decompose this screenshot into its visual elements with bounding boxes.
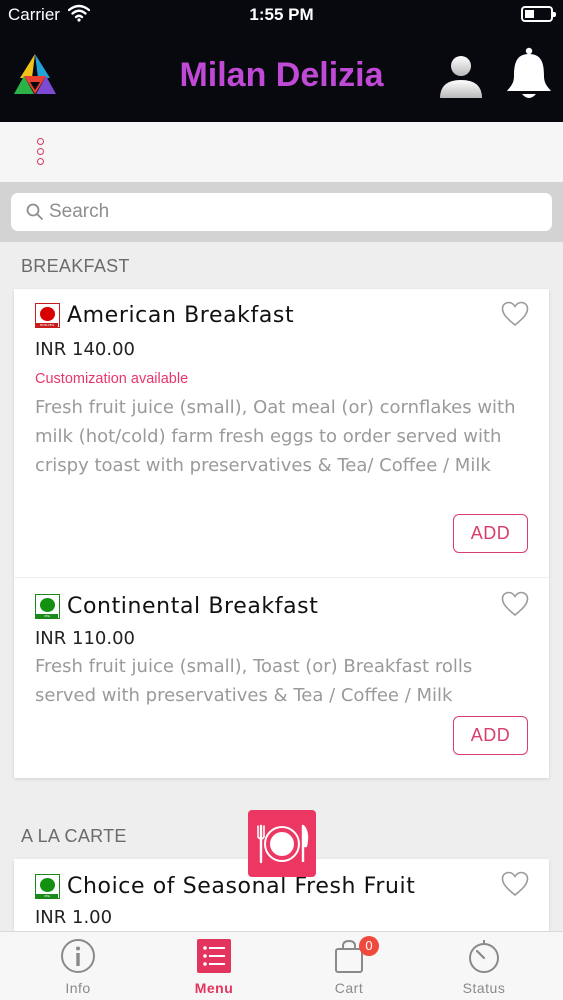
- menu-item: NON-VEG American Breakfast INR 140.00 Cu…: [14, 289, 549, 577]
- item-name: Choice of Seasonal Fresh Fruit: [67, 874, 416, 899]
- item-name: Continental Breakfast: [67, 594, 319, 619]
- tab-label: Status: [462, 980, 506, 996]
- tab-bar: Info Menu 0 Cart Status: [0, 931, 563, 1000]
- battery-icon: [521, 6, 556, 22]
- menu-card-breakfast: NON-VEG American Breakfast INR 140.00 Cu…: [14, 289, 549, 778]
- non-veg-icon: NON-VEG: [35, 303, 60, 328]
- floating-menu-button[interactable]: [248, 810, 316, 877]
- tab-info[interactable]: Info: [8, 932, 148, 1000]
- item-name: American Breakfast: [67, 303, 295, 328]
- notification-bell-icon[interactable]: [504, 46, 554, 102]
- veg-icon: VEG: [35, 594, 60, 619]
- profile-icon[interactable]: [437, 52, 485, 100]
- tab-cart[interactable]: 0 Cart: [279, 932, 419, 1000]
- clock: 1:55 PM: [249, 5, 314, 24]
- tab-label: Info: [65, 980, 91, 996]
- search-bar: [0, 182, 563, 242]
- section-title-a-la-carte: A LA CARTE: [21, 826, 127, 846]
- tab-label: Cart: [334, 980, 364, 996]
- cart-count-badge: 0: [359, 936, 379, 956]
- timer-icon: [469, 940, 499, 973]
- menu-item: VEG Continental Breakfast INR 110.00 Fre…: [14, 577, 549, 778]
- item-price: INR 110.00: [35, 628, 135, 649]
- item-price: INR 1.00: [35, 907, 113, 928]
- add-button[interactable]: ADD: [453, 514, 528, 553]
- veg-icon: VEG: [35, 874, 60, 899]
- favorite-heart-icon[interactable]: [501, 301, 529, 327]
- item-description: Fresh fruit juice (small), Toast (or) Br…: [35, 656, 473, 706]
- favorite-heart-icon[interactable]: [501, 871, 529, 897]
- status-bar: Carrier 1:55 PM: [0, 0, 563, 30]
- app-header: Carrier 1:55 PM Milan Delizia: [0, 0, 563, 122]
- item-description: Fresh fruit juice (small), Oat meal (or)…: [35, 397, 516, 476]
- plate-cutlery-icon: [257, 824, 309, 864]
- search-box[interactable]: [11, 193, 552, 231]
- add-button[interactable]: ADD: [453, 716, 528, 755]
- tab-menu[interactable]: Menu: [144, 932, 284, 1000]
- more-options-icon[interactable]: [34, 138, 46, 170]
- info-icon: [61, 939, 95, 973]
- search-icon: [26, 203, 43, 220]
- list-icon: [197, 939, 231, 973]
- section-title-breakfast: BREAKFAST: [21, 256, 130, 276]
- tab-status[interactable]: Status: [414, 932, 554, 1000]
- favorite-heart-icon[interactable]: [501, 591, 529, 617]
- options-bar: [0, 122, 563, 182]
- item-price: INR 140.00: [35, 339, 135, 360]
- tab-label: Menu: [194, 980, 234, 996]
- customization-note: Customization available: [35, 371, 189, 387]
- search-input[interactable]: [49, 197, 529, 227]
